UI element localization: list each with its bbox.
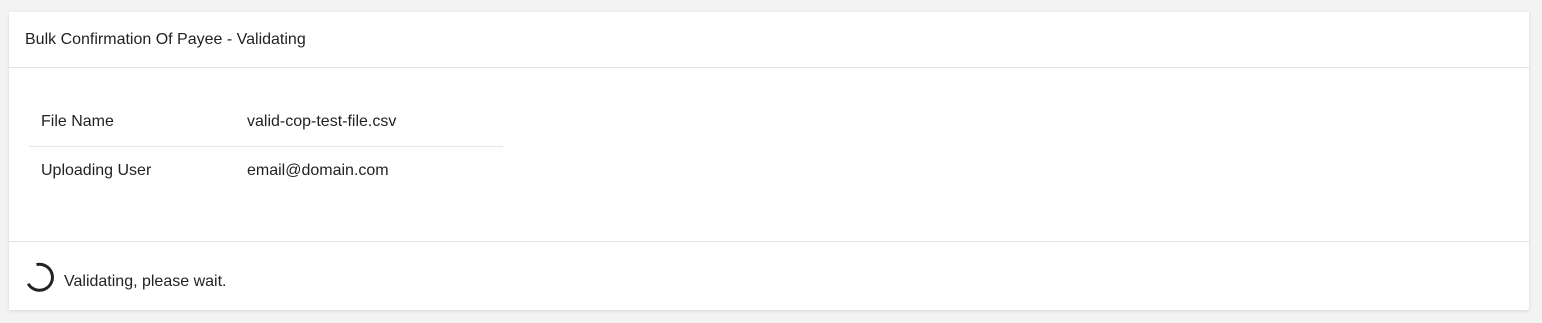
file-name-label: File Name bbox=[29, 98, 235, 147]
table-row: File Name valid-cop-test-file.csv bbox=[29, 98, 503, 147]
file-name-value: valid-cop-test-file.csv bbox=[235, 98, 503, 147]
validation-card: Bulk Confirmation Of Payee - Validating … bbox=[9, 12, 1529, 310]
uploading-user-label: Uploading User bbox=[41, 162, 152, 179]
page-title: Bulk Confirmation Of Payee - Validating bbox=[25, 30, 306, 48]
table-row: Uploading User email@domain.com bbox=[29, 147, 503, 196]
loading-spinner-icon bbox=[24, 261, 56, 293]
file-details-table: File Name valid-cop-test-file.csv Upload… bbox=[29, 98, 503, 195]
status-message: Validating, please wait. bbox=[64, 272, 227, 290]
card-footer: Validating, please wait. bbox=[9, 242, 1529, 309]
card-header: Bulk Confirmation Of Payee - Validating bbox=[9, 12, 1529, 68]
uploading-user-value: email@domain.com bbox=[247, 162, 389, 179]
card-body: File Name valid-cop-test-file.csv Upload… bbox=[9, 68, 1529, 242]
